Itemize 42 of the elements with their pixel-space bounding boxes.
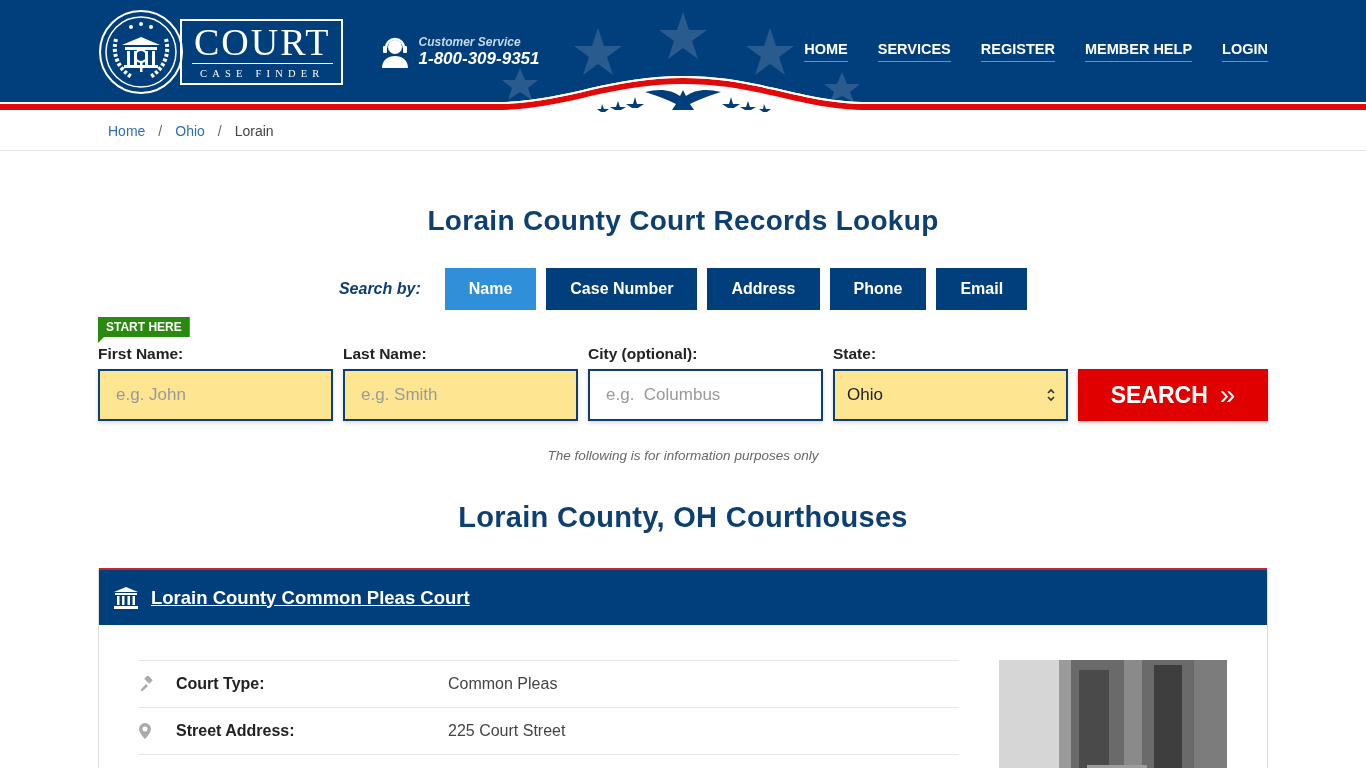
field-label: Last Name: <box>343 345 428 363</box>
nav-link[interactable]: LOGIN <box>1222 41 1268 62</box>
nav-link[interactable]: SERVICES <box>877 41 951 62</box>
nav-link[interactable]: REGISTER <box>980 41 1055 62</box>
breadcrumb-separator: / <box>158 123 163 139</box>
logo-wordmark[interactable]: COURT CASE FINDER <box>180 18 343 85</box>
input-field[interactable]: e.g. John <box>98 369 333 421</box>
start-here-badge: START HERE <box>98 317 190 343</box>
courthouse-link[interactable]: Lorain County Common Pleas Court <box>151 586 470 609</box>
input-field[interactable]: e.g. Smith <box>343 369 578 421</box>
detail-label: Court Type: <box>176 675 266 693</box>
phone-number: 1-800-309-9351 <box>418 48 540 69</box>
search-by-label: Search by: <box>338 280 421 298</box>
breadcrumb-separator: / <box>217 123 222 139</box>
chevron-up-down-icon <box>1046 387 1056 403</box>
breadcrumb-current: Lorain <box>234 123 274 139</box>
breadcrumb-link[interactable]: Home <box>108 123 146 139</box>
field-label: First Name: <box>98 345 185 363</box>
map-pin-icon <box>139 723 151 739</box>
state-select[interactable]: Ohio <box>833 369 1068 421</box>
courthouse-seal-icon <box>98 8 184 95</box>
page-title: Lorain County Court Records Lookup <box>426 204 940 238</box>
search-tab[interactable]: Email <box>936 268 1028 310</box>
customer-service-label: Customer Service <box>418 34 522 49</box>
search-tab[interactable]: Phone <box>829 268 927 310</box>
info-note: The following is for information purposes only <box>546 448 820 463</box>
section-title: Lorain County, OH Courthouses <box>457 500 909 535</box>
detail-value: 225 Court Street <box>448 722 566 740</box>
detail-label: Street Address: <box>176 722 296 740</box>
field-label: State: <box>833 345 878 363</box>
breadcrumb-link[interactable]: Ohio <box>175 123 205 139</box>
input-field[interactable]: e.g. Columbus <box>588 369 823 421</box>
headset-agent-icon <box>380 35 409 68</box>
detail-value: Common Pleas <box>448 675 558 693</box>
nav-link[interactable]: MEMBER HELP <box>1084 41 1193 62</box>
search-tab[interactable]: Case Number <box>546 268 698 310</box>
search-tab[interactable]: Address <box>707 268 820 310</box>
field-label: City (optional): <box>588 345 699 363</box>
search-button[interactable]: SEARCH » <box>1078 369 1268 421</box>
nav-link[interactable]: HOME <box>804 41 848 62</box>
courthouse-icon <box>114 586 138 609</box>
gavel-icon <box>139 676 155 692</box>
